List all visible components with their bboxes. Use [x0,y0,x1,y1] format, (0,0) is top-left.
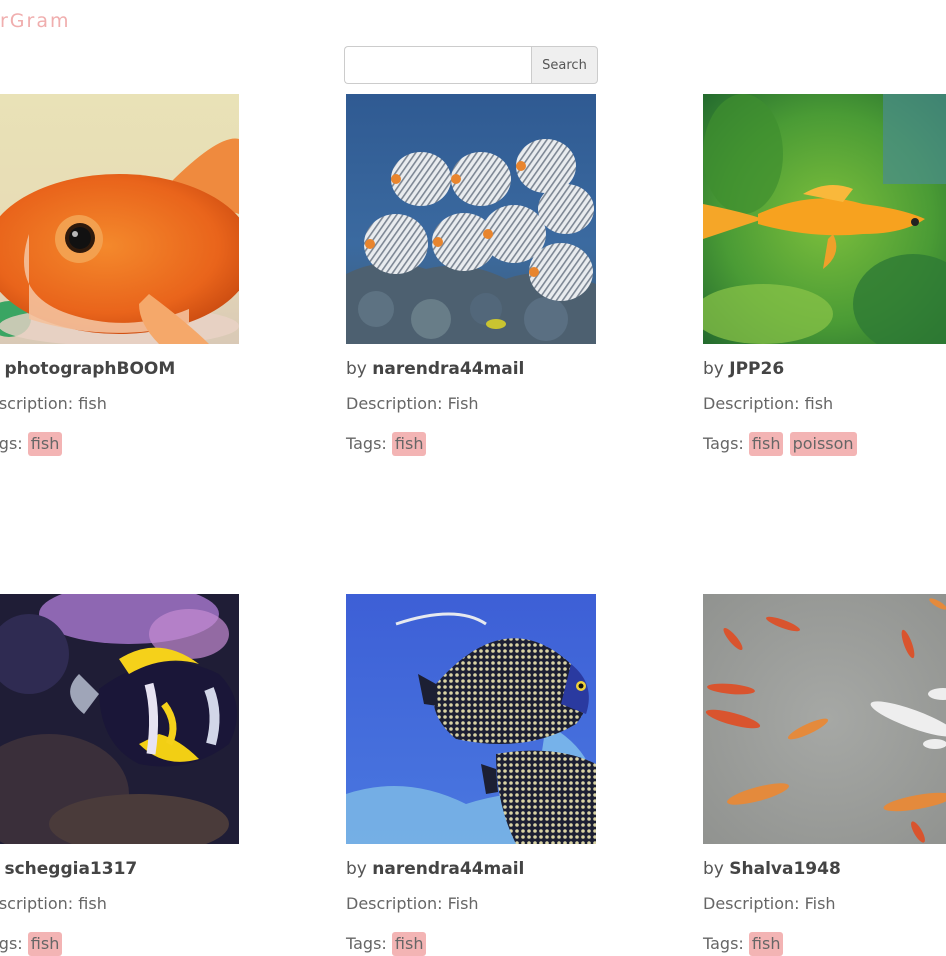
post-card: y photographBOOM escription: fish ags: f… [0,94,239,456]
post-photo[interactable] [703,594,946,844]
tag-badge[interactable]: fish [748,932,784,956]
tags-label: ags: [0,434,23,453]
post-photo[interactable] [346,594,596,844]
tag-badge[interactable]: poisson [789,432,857,456]
post-card: by Shalva1948 Description: Fish Tags: fi… [703,594,946,956]
post-card: by JPP26 Description: fish Tags: fish po… [703,94,946,456]
tags-label: ags: [0,934,23,953]
tag-badge[interactable]: fish [27,932,63,956]
tag-badge[interactable]: fish [391,432,427,456]
post-byline: y scheggia1317 [0,858,239,880]
post-photo[interactable] [0,94,239,344]
tags-label: Tags: [346,434,387,453]
post-byline: by narendra44mail [346,858,596,880]
description-text: fish [78,894,107,913]
post-tags: ags: fish [0,932,239,956]
post-byline: y photographBOOM [0,358,239,380]
post-tags: Tags: fish poisson [703,432,946,456]
tags-label: Tags: [346,934,387,953]
author-link[interactable]: narendra44mail [372,359,524,379]
post-description: escription: fish [0,893,239,915]
post-description: Description: Fish [703,893,946,915]
post-tags: Tags: fish [346,932,596,956]
description-label: Description: [703,394,800,413]
search-form: Search [344,46,598,84]
post-description: escription: fish [0,393,239,415]
description-label: escription: [0,394,74,413]
description-label: Description: [346,394,443,413]
tags-label: Tags: [703,934,744,953]
post-card: by narendra44mail Description: Fish Tags… [346,94,596,456]
byline-prefix: by [703,859,724,879]
description-text: fish [78,394,107,413]
byline-prefix: by [703,359,724,379]
tag-badge[interactable]: fish [27,432,63,456]
post-description: Description: Fish [346,393,596,415]
post-byline: by Shalva1948 [703,858,946,880]
description-label: Description: [346,894,443,913]
post-description: Description: Fish [346,893,596,915]
app-logo[interactable]: rGram [0,8,71,34]
tags-label: Tags: [703,434,744,453]
description-label: escription: [0,894,74,913]
author-link[interactable]: photographBOOM [4,359,175,379]
post-tags: Tags: fish [703,932,946,956]
post-photo[interactable] [703,94,946,344]
description-text: Fish [447,394,479,413]
post-card: by narendra44mail Description: Fish Tags… [346,594,596,956]
byline-prefix: by [346,359,367,379]
author-link[interactable]: Shalva1948 [729,859,841,879]
post-byline: by JPP26 [703,358,946,380]
description-text: Fish [804,894,836,913]
author-link[interactable]: JPP26 [729,359,784,379]
post-tags: Tags: fish [346,432,596,456]
post-tags: ags: fish [0,432,239,456]
author-link[interactable]: narendra44mail [372,859,524,879]
description-text: fish [804,394,834,413]
tag-badge[interactable]: fish [748,432,784,456]
description-label: Description: [703,894,800,913]
tag-badge[interactable]: fish [391,932,427,956]
post-byline: by narendra44mail [346,358,596,380]
post-description: Description: fish [703,393,946,415]
post-photo[interactable] [0,594,239,844]
search-button[interactable]: Search [531,46,598,84]
search-input[interactable] [344,46,531,84]
author-link[interactable]: scheggia1317 [4,859,137,879]
post-card: y scheggia1317 escription: fish ags: fis… [0,594,239,956]
byline-prefix: by [346,859,367,879]
post-photo[interactable] [346,94,596,344]
description-text: Fish [447,894,479,913]
